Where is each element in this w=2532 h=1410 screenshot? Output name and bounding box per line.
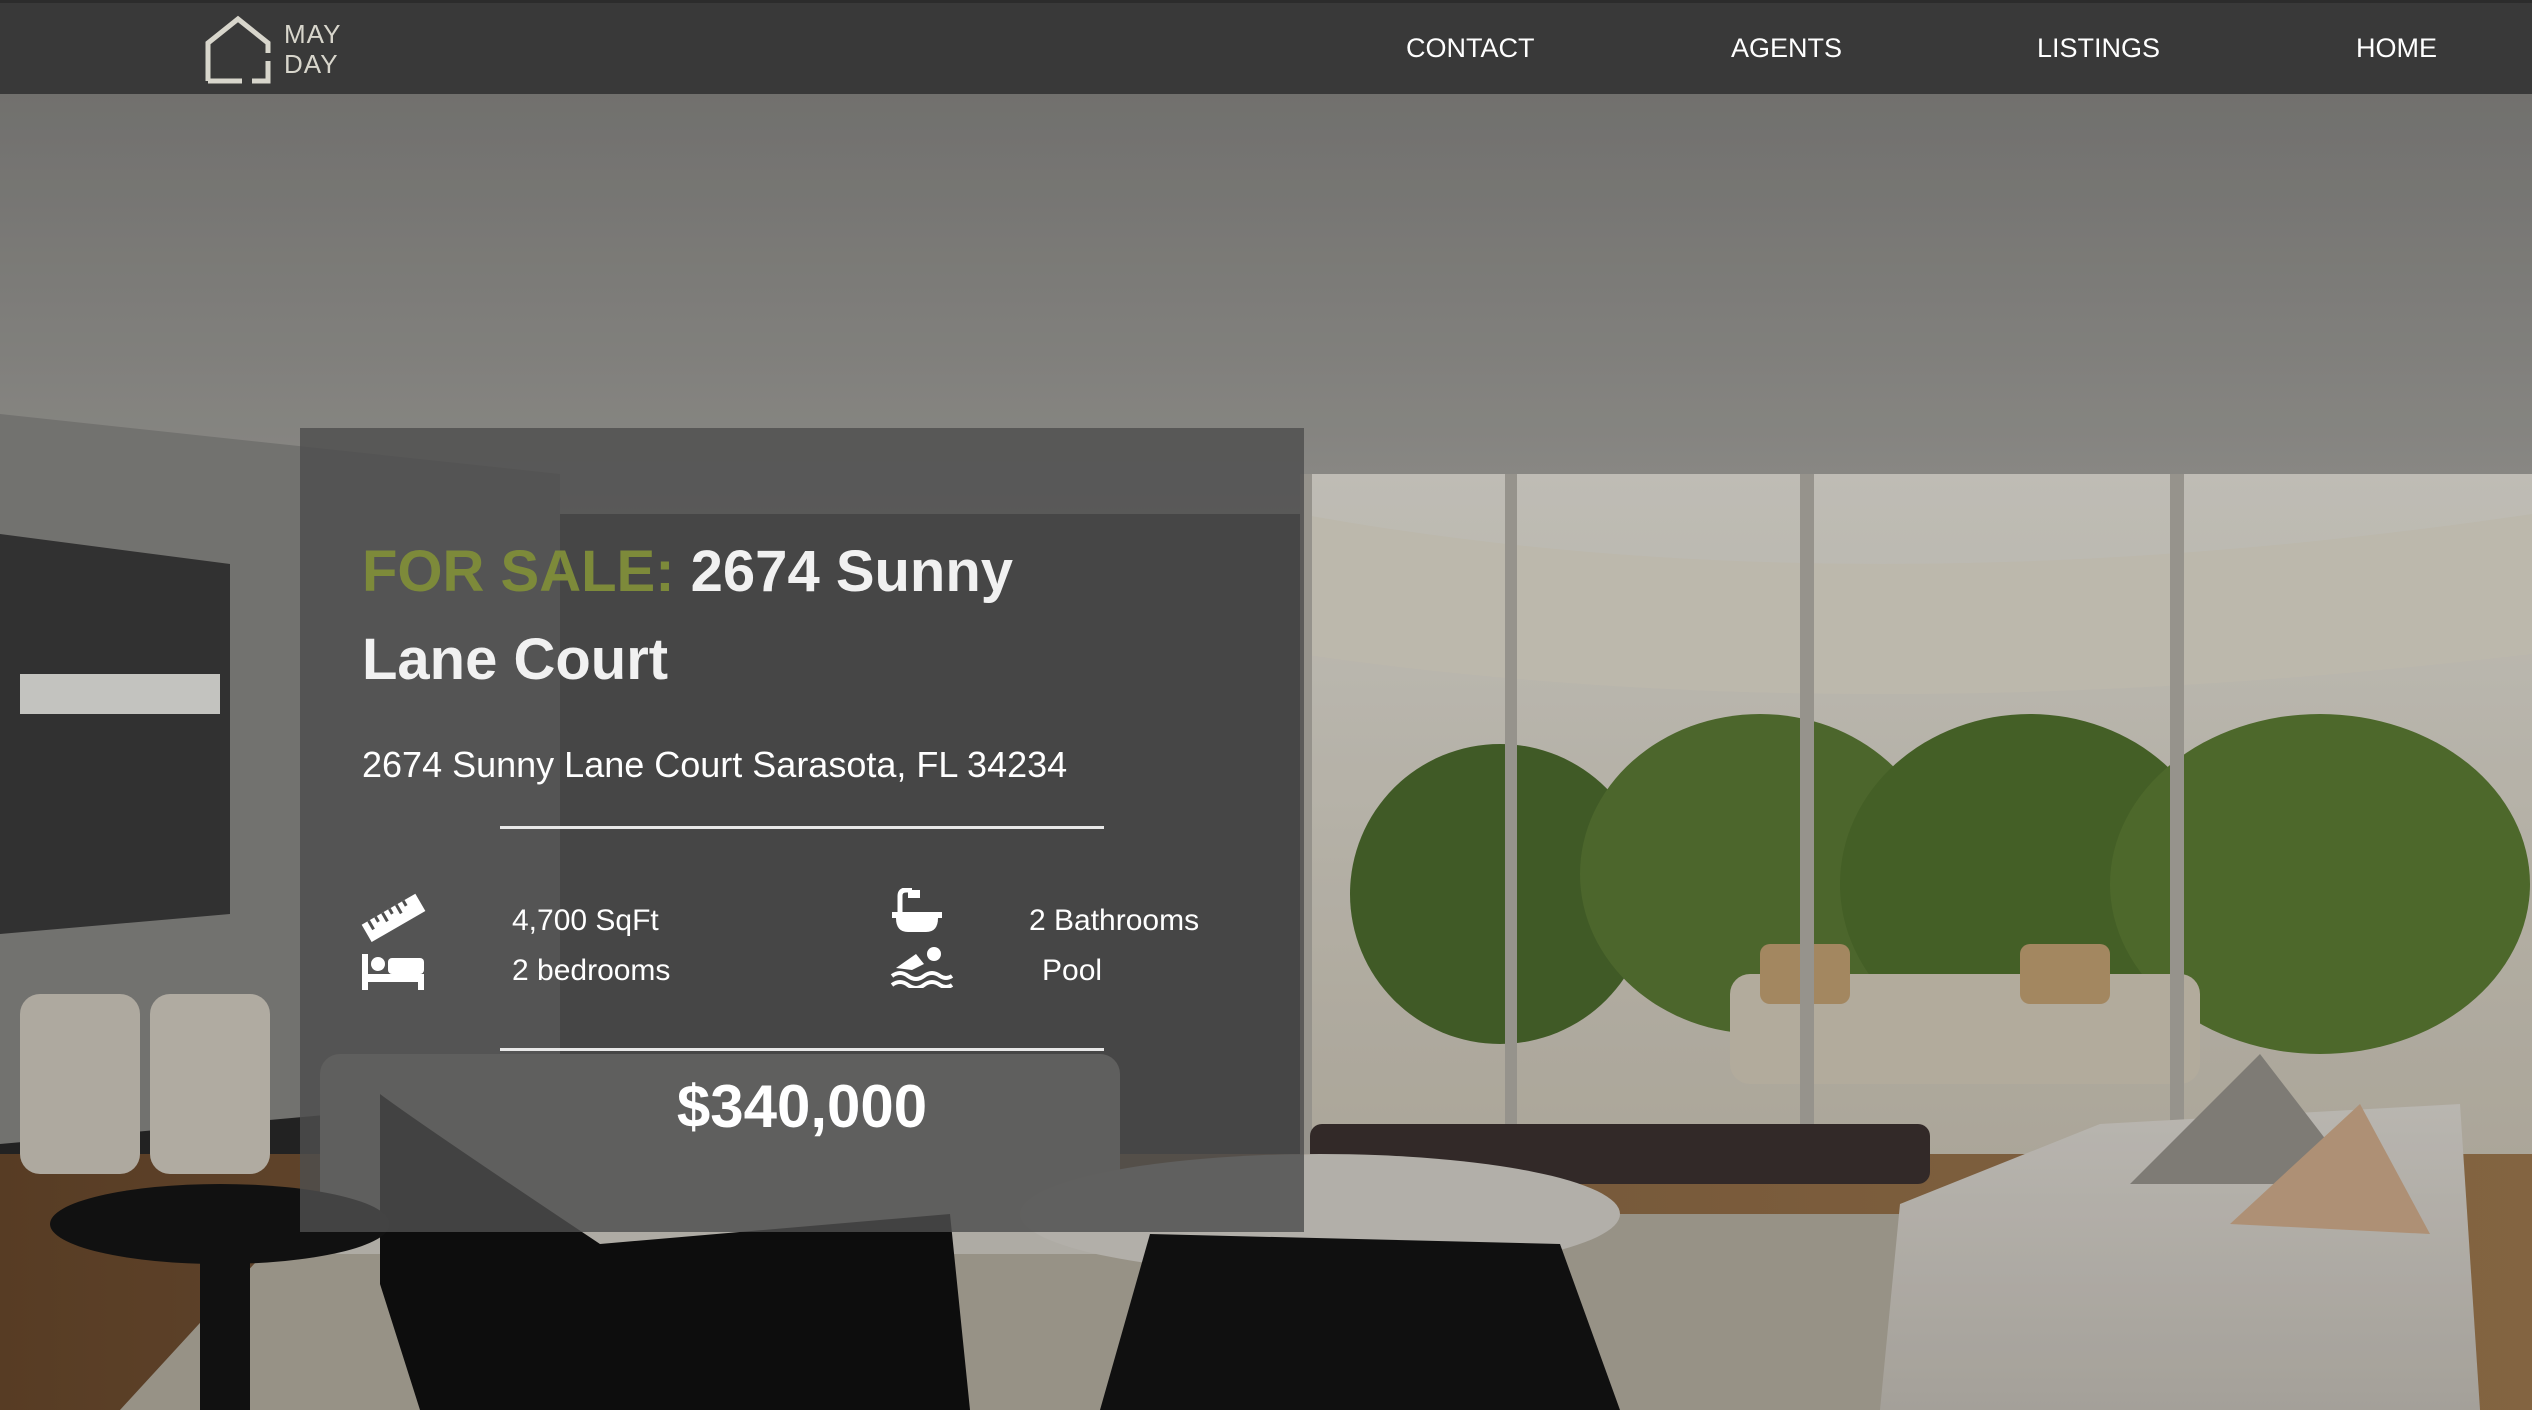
pool-value: Pool [1042,954,1103,987]
brand-line-2: DAY [284,49,339,79]
swimmer-icon [890,944,954,993]
bedrooms-value: 2 bedrooms [512,954,671,987]
bathrooms-value: 2 Bathrooms [1029,904,1200,937]
nav-contact-link[interactable]: CONTACT [1406,33,1535,64]
listing-price: $340,000 [676,1073,928,1140]
for-sale-label: FOR SALE: [362,539,675,604]
hero-section: FOR SALE: 2674 Sunny Lane Court 2674 Sun… [0,94,2532,1410]
listing-address: 2674 Sunny Lane Court Sarasota, FL 34234 [362,744,1068,785]
house-logo-icon [205,15,271,84]
brand-logo[interactable]: MAY DAY [202,13,341,85]
ruler-icon [360,892,426,947]
nav-listings-link[interactable]: LISTINGS [2037,33,2160,64]
brand-line-1: MAY [284,19,342,49]
listing-card: FOR SALE: 2674 Sunny Lane Court 2674 Sun… [300,428,1304,1232]
top-divider [500,826,1104,829]
top-navbar: MAY DAY CONTACT AGENTS LISTINGS HOME [0,0,2532,94]
nav-agents-link[interactable]: AGENTS [1731,33,1842,64]
sqft-value: 4,700 SqFt [512,904,659,937]
bed-icon [360,948,426,997]
brand-name: MAY DAY [284,19,341,79]
bottom-divider [500,1048,1104,1051]
bathtub-icon [890,887,944,943]
nav-home-link[interactable]: HOME [2356,33,2437,64]
listing-heading: FOR SALE: 2674 Sunny Lane Court [362,528,1082,704]
